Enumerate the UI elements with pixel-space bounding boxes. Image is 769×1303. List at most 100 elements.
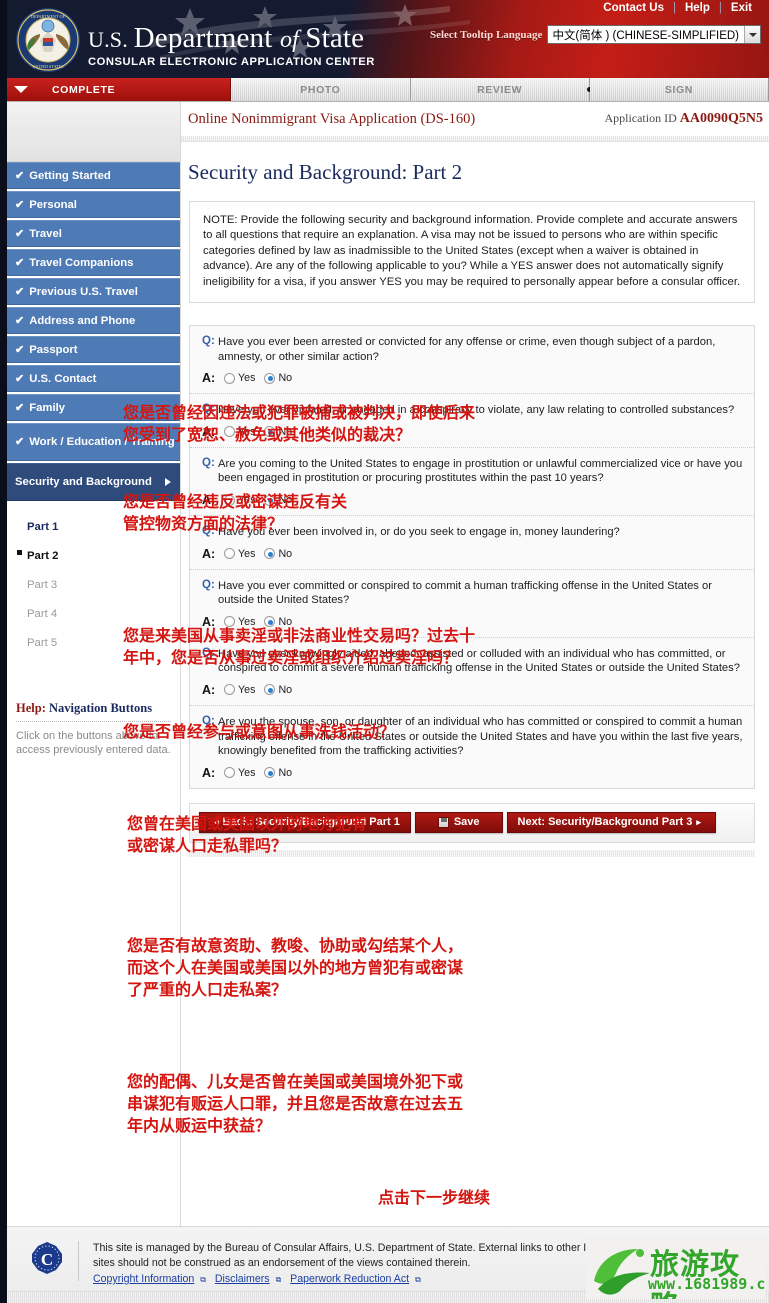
site-watermark: 旅游攻略 www.1681989.cn	[586, 1237, 766, 1299]
sidebar-subitem-label: Part 2	[27, 549, 59, 562]
sidebar-item-label: Personal	[29, 198, 77, 211]
exit-link[interactable]: Exit	[722, 2, 761, 14]
answer-row[interactable]: A: Yes No	[202, 683, 744, 697]
radio-no[interactable]	[264, 548, 276, 560]
svg-text:DEPARTMENT OF: DEPARTMENT OF	[31, 14, 66, 19]
radio-yes[interactable]	[224, 767, 235, 779]
tooltip-language-value: 中文(简体 ) (CHINESE-SIMPLIFIED)	[552, 29, 739, 42]
wordmark-line-2: CONSULAR ELECTRONIC APPLICATION CENTER	[88, 56, 375, 68]
check-icon: ✔	[15, 286, 25, 298]
svg-text:C: C	[41, 1250, 53, 1269]
answer-row[interactable]: A: Yes No	[202, 371, 744, 385]
radio-yes[interactable]	[224, 684, 235, 696]
application-id-label: Application ID	[604, 111, 680, 125]
help-link[interactable]: Help	[676, 2, 719, 14]
answer-no-option[interactable]: No	[264, 548, 292, 560]
tooltip-language-selector[interactable]: Select Tooltip Language 中文(简体 ) (CHINESE…	[430, 25, 761, 44]
radio-yes[interactable]	[224, 372, 235, 384]
chevron-down-icon[interactable]	[744, 26, 760, 43]
footer-links[interactable]: Copyright Information ⧉ Disclaimers ⧉ Pape…	[93, 1272, 619, 1288]
contact-us-link[interactable]: Contact Us	[594, 2, 673, 14]
paperwork-reduction-act-link[interactable]: Paperwork Reduction Act	[290, 1273, 409, 1285]
caret-down-icon	[14, 86, 28, 93]
tab-photo[interactable]: PHOTO	[231, 78, 411, 101]
sidebar-item-previous-us-travel[interactable]: ✔ Previous U.S. Travel	[7, 278, 180, 305]
tab-complete[interactable]: COMPLETE	[0, 78, 232, 101]
answer-yes-option[interactable]: Yes	[224, 548, 255, 560]
footer-divider	[78, 1241, 79, 1281]
radio-yes-label: Yes	[238, 372, 256, 385]
copyright-information-link[interactable]: Copyright Information	[93, 1273, 194, 1285]
tab-sign[interactable]: SIGN	[589, 78, 769, 101]
sidebar-item-travel-companions[interactable]: ✔ Travel Companions	[7, 249, 180, 276]
answer-no-option[interactable]: No	[264, 372, 292, 384]
answer-yes-option[interactable]: Yes	[224, 767, 255, 779]
answer-no-option[interactable]: No	[264, 767, 292, 779]
sidebar-item-label: Family	[29, 401, 66, 414]
sidebar-item-part-4[interactable]: Part 4	[7, 599, 180, 628]
arrow-right-icon: ▸	[696, 816, 701, 827]
question-row: Q: Have you ever been arrested or convic…	[190, 326, 754, 395]
radio-yes[interactable]	[224, 548, 235, 560]
sidebar-item-travel[interactable]: ✔ Travel	[7, 220, 180, 247]
check-icon: ✔	[15, 402, 25, 414]
radio-no[interactable]	[264, 767, 276, 779]
radio-no[interactable]	[264, 684, 276, 696]
page-body: ✔ Getting Started ✔ Personal ✔ Travel ✔ …	[0, 102, 769, 1250]
check-icon: ✔	[15, 315, 25, 327]
radio-no-label: No	[278, 547, 293, 560]
tooltip-language-dropdown[interactable]: 中文(简体 ) (CHINESE-SIMPLIFIED)	[547, 25, 761, 44]
answer-no-option[interactable]: No	[264, 684, 292, 696]
sidebar-item-label: Security and Background	[15, 475, 152, 488]
chevron-right-icon	[165, 478, 171, 486]
radio-no[interactable]	[264, 372, 276, 384]
annotation-q2: 您是否曾经违反或密谋违反有关 管控物资方面的法律？	[123, 492, 348, 533]
next-button[interactable]: Next: Security/Background Part 3 ▸	[506, 811, 716, 833]
sidebar-subitem-label: Part 3	[27, 578, 58, 591]
top-utility-nav[interactable]: Contact Us | Help | Exit	[594, 2, 761, 14]
workflow-tab-bar[interactable]: COMPLETE PHOTO REVIEW SIGN	[0, 78, 769, 102]
footer-line-1: This site is managed by the Bureau of Co…	[93, 1242, 620, 1254]
tab-sign-label: SIGN	[664, 83, 693, 96]
annotation-next-step: 点击下一步继续	[378, 1188, 491, 1207]
answer-prefix: A:	[202, 682, 216, 697]
sidebar-item-passport[interactable]: ✔ Passport	[7, 336, 180, 363]
sidebar-item-personal[interactable]: ✔ Personal	[7, 191, 180, 218]
save-button-label: Save	[453, 816, 480, 829]
wordmark-of: of	[279, 27, 306, 53]
sidebar-subitem-label: Part 4	[27, 607, 58, 620]
save-button[interactable]: Save	[414, 811, 503, 833]
answer-yes-option[interactable]: Yes	[224, 372, 255, 384]
questions-panel: Q: Have you ever been arrested or convic…	[189, 325, 755, 789]
tab-review[interactable]: REVIEW	[410, 78, 592, 101]
answer-prefix: A:	[202, 546, 216, 561]
radio-no-label: No	[278, 766, 293, 779]
answer-row[interactable]: A: Yes No	[202, 547, 744, 561]
sidebar-item-part-2[interactable]: Part 2	[7, 541, 180, 570]
sidebar-item-getting-started[interactable]: ✔ Getting Started	[7, 162, 180, 189]
disclaimers-link[interactable]: Disclaimers	[215, 1273, 270, 1285]
question-line: Q: Have you ever been arrested or convic…	[202, 335, 744, 364]
radio-no-label: No	[278, 372, 293, 385]
sidebar-item-label: Travel Companions	[29, 256, 134, 269]
annotation-q7: 您的配偶、儿女是否曾在美国或美国境外犯下或 串谋犯有贩运人口罪，并且您是否故意在…	[127, 1072, 464, 1135]
check-icon: ✔	[15, 170, 25, 182]
sidebar-item-label: U.S. Contact	[29, 372, 97, 385]
wordmark-line-1: U.S. Department of State	[88, 24, 375, 53]
answer-yes-option[interactable]: Yes	[224, 684, 255, 696]
application-id-value: AA0090Q5N5	[679, 111, 763, 126]
sidebar-item-part-3[interactable]: Part 3	[7, 570, 180, 599]
sidebar-subitem-label: Part 5	[27, 636, 58, 649]
sidebar-item-address-and-phone[interactable]: ✔ Address and Phone	[7, 307, 180, 334]
radio-yes-label: Yes	[238, 766, 256, 779]
wordmark-us: U.S.	[88, 27, 134, 52]
help-panel-title: Help: Navigation Buttons	[16, 701, 171, 722]
answer-row[interactable]: A: Yes No	[202, 766, 744, 780]
sidebar-item-us-contact[interactable]: ✔ U.S. Contact	[7, 365, 180, 392]
annotation-q1: 您是否曾经因违法或犯罪被捕或被判决，即使后来 您受到了宽恕、赦免或其他类似的裁决…	[123, 403, 476, 444]
sidebar-item-label: Previous U.S. Travel	[29, 285, 138, 298]
check-icon: ✔	[15, 228, 25, 240]
radio-yes-label: Yes	[238, 683, 256, 696]
tab-complete-label: COMPLETE	[52, 83, 116, 96]
annotation-q6: 您是否有故意资助、教唆、协助或勾结某个人， 而这个人在美国或美国以外的地方曾犯有…	[127, 936, 464, 999]
